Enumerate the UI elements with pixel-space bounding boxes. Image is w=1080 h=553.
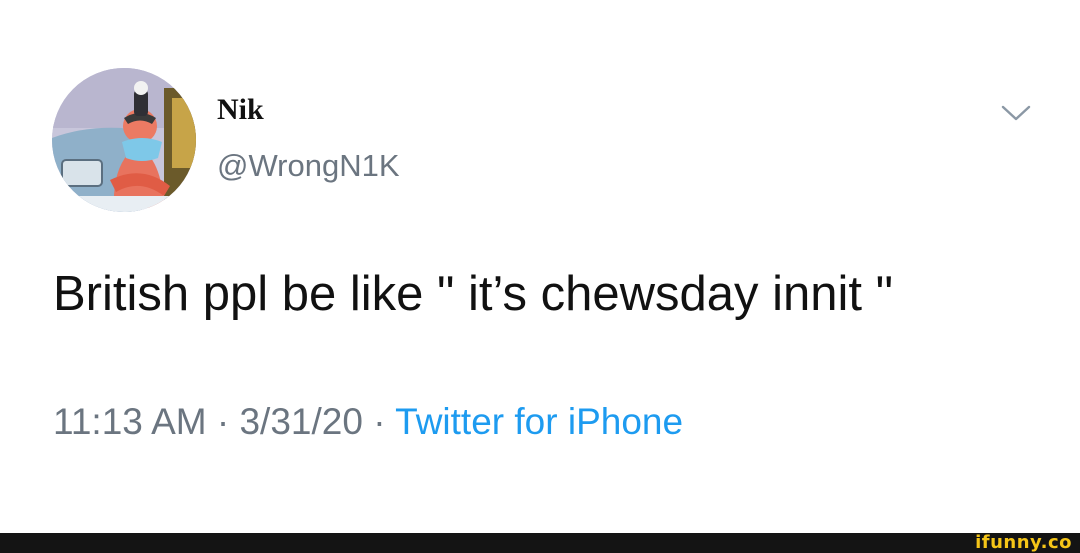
tweet-source-link[interactable]: Twitter for iPhone bbox=[395, 401, 683, 442]
chevron-down-icon[interactable] bbox=[996, 100, 1036, 126]
watermark: ifunny.co bbox=[975, 532, 1072, 553]
tweet-text: British ppl be like " it’s chewsday inni… bbox=[53, 267, 894, 321]
tweet-meta: 11:13 AM · 3/31/20 · Twitter for iPhone bbox=[53, 403, 683, 440]
meta-separator: · bbox=[206, 401, 240, 442]
footer-bar: ifunny.co bbox=[0, 533, 1080, 553]
tweet-time[interactable]: 11:13 AM bbox=[53, 401, 207, 442]
meta-separator: · bbox=[362, 401, 396, 442]
avatar[interactable] bbox=[52, 68, 196, 212]
display-name[interactable]: Nik bbox=[217, 95, 264, 125]
user-handle[interactable]: @WrongN1K bbox=[217, 150, 400, 181]
avatar-image bbox=[52, 68, 196, 212]
tweet-date[interactable]: 3/31/20 bbox=[239, 401, 362, 442]
